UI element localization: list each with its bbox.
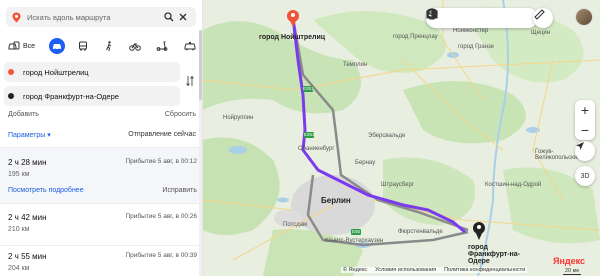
- route-duration: 2 ч 28 мин: [8, 158, 47, 167]
- map-label: Фюрстенвальде: [398, 229, 443, 235]
- zoom-controls: + −: [575, 100, 595, 140]
- route-point-to[interactable]: город Франкфурт-на-Одере: [4, 86, 180, 106]
- road-badge: E55: [351, 229, 361, 235]
- taxi-icon: [184, 42, 196, 51]
- map-label-start: город Нойштрелиц: [259, 34, 326, 41]
- swap-points-button[interactable]: [186, 75, 194, 90]
- map-pin-icon: [12, 12, 21, 22]
- route-distance: 210 км: [8, 226, 30, 233]
- yandex-logo: Яндекс: [553, 256, 585, 266]
- route-option[interactable]: 2 ч 42 мин Прибытие 5 авг, в 00:26 210 к…: [0, 203, 202, 245]
- route-arrival: Прибытие 5 авг, в 00:12: [125, 158, 197, 165]
- from-input[interactable]: город Нойштрелиц: [23, 68, 89, 77]
- route-params-row: Параметры ▾ Отправление сейчас: [8, 131, 196, 139]
- to-input[interactable]: город Франкфурт-на-Одере: [23, 92, 119, 101]
- map-label: Нойруппин: [223, 115, 254, 121]
- mode-all-label: Все: [23, 42, 36, 50]
- map-label: Ораниенбург: [298, 146, 335, 152]
- reset-button[interactable]: Сбросить: [165, 111, 196, 118]
- route-arrival: Прибытие 5 авг, в 00:39: [125, 252, 197, 259]
- terms-link[interactable]: Условия использования: [375, 267, 436, 273]
- route-search-bar[interactable]: Искать вдоль маршрута: [6, 7, 196, 27]
- copyright-link[interactable]: © Яндекс: [343, 267, 367, 273]
- map-label: Потсдам: [283, 222, 308, 228]
- 3d-button[interactable]: 3D: [575, 166, 595, 186]
- map-label: Щецин: [531, 30, 551, 36]
- route-distance: 204 км: [8, 265, 30, 272]
- map-label: Бернау: [355, 160, 376, 166]
- close-icon: [179, 13, 187, 21]
- map-label: город Пренцлау: [393, 34, 438, 40]
- scale-bar: 20 км: [563, 268, 581, 275]
- panel-scrollbar[interactable]: [199, 30, 202, 276]
- zoom-in-button[interactable]: +: [575, 100, 595, 120]
- route-arrival: Прибытие 5 авг, в 00:26: [125, 213, 197, 220]
- locate-button[interactable]: [575, 141, 595, 161]
- route-panel: Искать вдоль маршрута Все город Нойштрел…: [0, 0, 203, 276]
- ruler-button[interactable]: [533, 8, 553, 28]
- map-label: Штраусберг: [381, 182, 415, 188]
- map-label: Эберсвальде: [368, 133, 406, 139]
- mode-transit[interactable]: [76, 38, 90, 54]
- route-details-link[interactable]: Посмотреть подробнее: [8, 187, 84, 194]
- map-footer: © Яндекс Условия использования Политика …: [341, 267, 528, 273]
- transport-modes: Все: [6, 38, 198, 54]
- search-icon: [164, 12, 174, 22]
- search-button[interactable]: [162, 10, 176, 24]
- search-input[interactable]: Искать вдоль маршрута: [27, 13, 162, 22]
- parking-layer-button[interactable]: [427, 8, 513, 28]
- layers-button[interactable]: [426, 8, 534, 28]
- map-label: город Гранзе: [458, 44, 495, 50]
- map-label-berlin: Берлин: [321, 196, 351, 205]
- add-point-button[interactable]: Добавить: [8, 111, 39, 118]
- start-dot-icon: [8, 69, 14, 75]
- route-point-actions: Добавить Сбросить: [8, 111, 196, 118]
- map-layers-toolbar: [426, 8, 538, 28]
- map-label: Гожув-Великопольский: [535, 149, 581, 161]
- swap-icon: [186, 75, 194, 87]
- map-label: Кёнигс-Вустерхаузен: [325, 238, 384, 244]
- panorama-button[interactable]: [426, 8, 471, 28]
- avatar[interactable]: [575, 8, 593, 26]
- layers-icon: [426, 8, 438, 19]
- route-duration: 2 ч 42 мин: [8, 213, 47, 222]
- route-fix-button[interactable]: Исправить: [162, 187, 197, 194]
- map-label-end: город Франкфурт-на-Одере: [468, 244, 521, 265]
- privacy-link[interactable]: Политика конфиденциальности: [444, 267, 525, 273]
- mode-all[interactable]: Все: [6, 38, 37, 54]
- road-badge: E251: [303, 86, 314, 92]
- departure-button[interactable]: Отправление сейчас: [128, 131, 196, 139]
- map-label: Темплин: [343, 62, 368, 68]
- map-label: Ноймюнстер: [453, 28, 489, 34]
- bike-icon: [129, 43, 141, 51]
- bus-icon: [79, 41, 88, 51]
- close-button[interactable]: [176, 10, 190, 24]
- route-duration: 2 ч 55 мин: [8, 252, 47, 261]
- route-point-from[interactable]: город Нойштрелиц: [4, 62, 180, 82]
- car-icon: [52, 43, 61, 50]
- map-label: Костшин-над-Одрой: [485, 182, 542, 188]
- mode-walk[interactable]: [102, 38, 116, 54]
- location-arrow-icon: [576, 142, 584, 150]
- map-view[interactable]: город Нойштрелиц город Франкфурт-на-Одер…: [203, 0, 600, 276]
- mode-car[interactable]: [48, 38, 65, 54]
- scrollbar-thumb[interactable]: [199, 30, 202, 100]
- all-modes-icon: [8, 41, 20, 50]
- walk-icon: [105, 41, 111, 51]
- ruler-icon: [534, 9, 545, 20]
- params-dropdown[interactable]: Параметры ▾: [8, 131, 51, 139]
- scooter-icon: [157, 41, 168, 51]
- transit-layer-button[interactable]: [427, 8, 492, 28]
- route-option[interactable]: 2 ч 55 мин Прибытие 5 авг, в 00:39 204 к…: [0, 245, 202, 276]
- mode-taxi[interactable]: [182, 38, 198, 54]
- route-distance: 195 км: [8, 171, 30, 178]
- mode-bike[interactable]: [127, 38, 143, 54]
- mode-scooter[interactable]: [154, 38, 170, 54]
- end-dot-icon: [8, 93, 14, 99]
- logo-text: Яндекс: [553, 256, 586, 266]
- road-badge: E251: [304, 132, 315, 138]
- route-option[interactable]: 2 ч 28 мин Прибытие 5 авг, в 00:12 195 к…: [0, 147, 202, 203]
- zoom-out-button[interactable]: −: [575, 120, 595, 140]
